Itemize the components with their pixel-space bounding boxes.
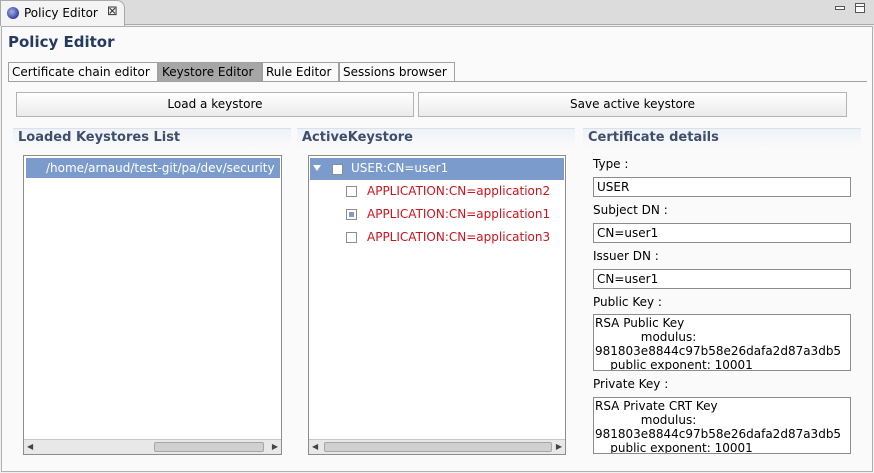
horizontal-scrollbar[interactable]: ◀ ▶: [24, 439, 281, 454]
private-key-label: Private Key :: [593, 377, 669, 391]
tab-sessions-browser[interactable]: Sessions browser: [339, 62, 455, 82]
expand-arrow-icon[interactable]: [313, 165, 321, 171]
keystores-list[interactable]: /home/arnaud/test-git/pa/dev/security ◀ …: [23, 155, 282, 455]
tab-rule-editor[interactable]: Rule Editor: [262, 62, 339, 82]
tree-item-label: APPLICATION:CN=application1: [367, 207, 551, 221]
tab-divider: [8, 81, 867, 82]
view-tab-policy-editor[interactable]: Policy Editor ⊠: [0, 0, 125, 26]
checkbox-application2[interactable]: [346, 186, 357, 197]
tree-item-user[interactable]: USER:CN=user1: [310, 158, 564, 180]
subject-dn-label: Subject DN :: [593, 203, 668, 217]
tab-certificate-chain-editor[interactable]: Certificate chain editor: [8, 62, 158, 82]
tree-item-application3[interactable]: APPLICATION:CN=application3: [310, 227, 564, 249]
tree-item-label: APPLICATION:CN=application2: [367, 184, 551, 198]
tree-item-application2[interactable]: APPLICATION:CN=application2: [310, 181, 564, 203]
scroll-left-icon[interactable]: ◀: [312, 442, 318, 451]
scrollbar-thumb[interactable]: [324, 442, 552, 452]
save-active-keystore-button[interactable]: Save active keystore: [418, 92, 847, 117]
checkbox-application1[interactable]: [346, 209, 357, 220]
issuer-dn-label: Issuer DN :: [593, 249, 659, 263]
tab-keystore-editor[interactable]: Keystore Editor: [158, 62, 262, 82]
certificate-details-header: Certificate details: [583, 128, 861, 148]
maximize-icon[interactable]: [855, 3, 865, 13]
tree-item-application1[interactable]: APPLICATION:CN=application1: [310, 204, 564, 226]
subject-dn-field[interactable]: CN=user1: [593, 223, 851, 243]
type-label: Type :: [593, 157, 629, 171]
checkbox-user[interactable]: [332, 164, 343, 175]
public-key-area[interactable]: RSA Public Key modulus: 981803e8844c97b5…: [593, 314, 851, 371]
issuer-dn-field[interactable]: CN=user1: [593, 269, 851, 289]
scrollbar-thumb[interactable]: [154, 442, 264, 452]
view-tab-title: Policy Editor: [24, 6, 98, 20]
minimize-icon[interactable]: [835, 6, 845, 10]
active-keystore-tree[interactable]: USER:CN=user1 APPLICATION:CN=application…: [308, 155, 566, 455]
scroll-right-icon[interactable]: ▶: [556, 442, 562, 451]
view-tab-bar: Policy Editor ⊠: [0, 0, 874, 26]
load-keystore-button[interactable]: Load a keystore: [16, 92, 414, 117]
public-key-label: Public Key :: [593, 295, 662, 309]
active-keystore-header: ActiveKeystore: [297, 128, 575, 148]
tree-item-label: APPLICATION:CN=application3: [367, 230, 551, 244]
page-title: Policy Editor: [8, 33, 115, 51]
horizontal-scrollbar[interactable]: ◀ ▶: [309, 439, 565, 454]
loaded-keystores-header: Loaded Keystores List: [13, 128, 291, 148]
policy-editor-icon: [7, 7, 19, 19]
type-field[interactable]: USER: [593, 177, 851, 197]
tree-item-label: USER:CN=user1: [351, 161, 449, 175]
checkbox-application3[interactable]: [346, 232, 357, 243]
close-icon[interactable]: ⊠: [107, 4, 118, 19]
scroll-left-icon[interactable]: ◀: [27, 442, 33, 451]
private-key-area[interactable]: RSA Private CRT Key modulus: 981803e8844…: [593, 397, 851, 454]
scroll-right-icon[interactable]: ▶: [272, 442, 278, 451]
list-item[interactable]: /home/arnaud/test-git/pa/dev/security: [26, 158, 280, 178]
